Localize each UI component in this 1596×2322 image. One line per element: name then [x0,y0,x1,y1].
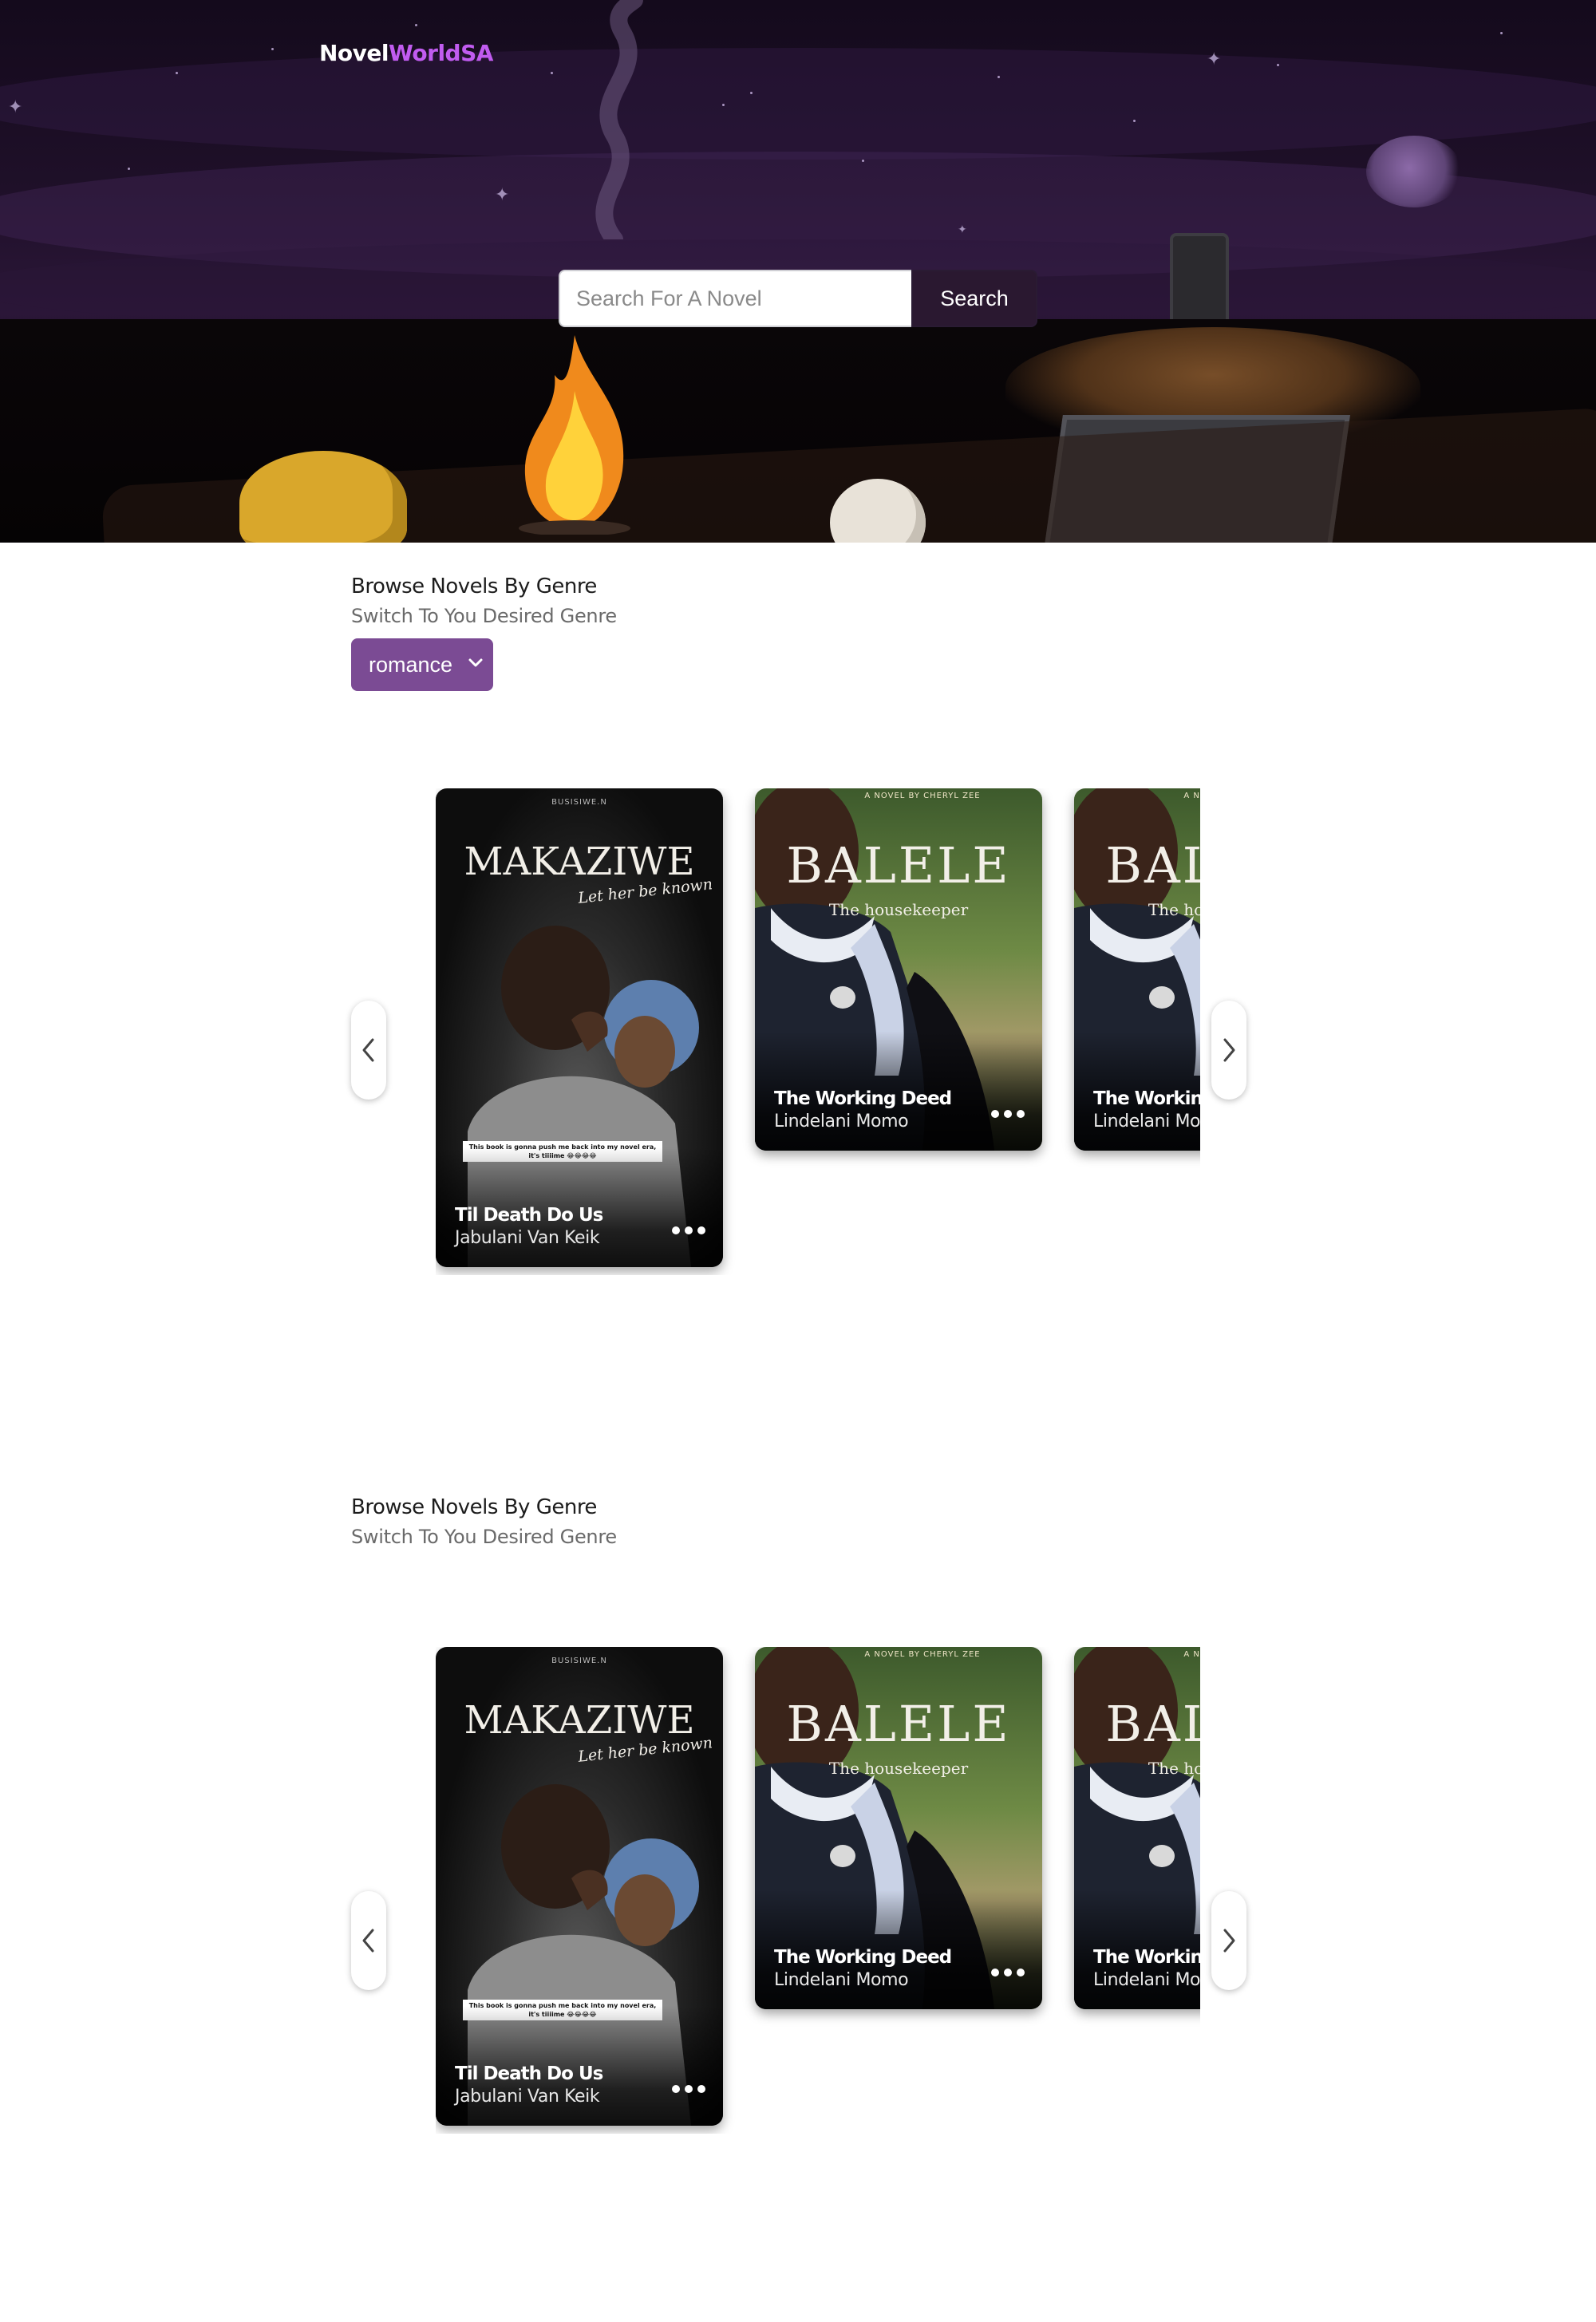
chevron-right-icon [1223,1929,1235,1953]
novel-card[interactable]: A NOVEL BY CHERYL ZEE BALELE The houseke… [1074,1647,1200,2009]
novel-card[interactable]: A NOVEL BY CHERYL ZEE BALELE The houseke… [755,788,1042,1151]
sparkle-icon: ✦ [8,97,23,117]
novel-title: The Working Deed [1093,1947,1200,1968]
chevron-left-icon [362,1929,374,1953]
genre-select-value: romance [369,652,453,677]
hero-banner: ✦ ✦ ✦ ✦ NovelWorldSA Search [0,0,1596,543]
smoke [595,0,643,239]
sparkle-icon: ✦ [495,185,510,205]
genre-select[interactable]: romance [351,638,493,691]
novel-author: Lindelani Momo [774,1970,909,1990]
more-dots-icon[interactable] [672,1226,705,1235]
carousel-track: BUSISIWE.N MAKAZIWE Let her be known Thi… [436,1647,1200,2134]
carousel-track: BUSISIWE.N MAKAZIWE Let her be known Thi… [436,788,1200,1275]
cover-tagline: The housekeeper [828,900,969,919]
novel-card[interactable]: A NOVEL BY CHERYL ZEE BALELE The houseke… [1074,788,1200,1151]
more-dots-icon[interactable] [991,1109,1025,1119]
cover-author-line: BUSISIWE.N [551,1657,607,1665]
lantern [1170,233,1229,327]
cover-author-line: A NOVEL BY CHERYL ZEE [864,1650,981,1659]
novel-title: The Working Deed [1093,1088,1200,1109]
section-title: Browse Novels By Genre [351,1495,597,1519]
more-dots-icon[interactable] [991,1968,1025,1977]
novel-title: The Working Deed [774,1947,952,1968]
section-subtitle: Switch To You Desired Genre [351,1526,617,1548]
cover-author-line: A NOVEL BY CHERYL ZEE [864,792,981,800]
cover-main-title: BALELE [1105,1695,1200,1753]
sky-band [0,48,1596,160]
novel-title: Til Death Do Us [455,1205,603,1226]
novel-author: Jabulani Van Keik [455,2087,600,2107]
cover-tagline: The housekeeper [1148,900,1200,919]
search-bar: Search [559,270,1037,327]
more-dots-icon[interactable] [672,2084,705,2094]
cover-tagline: The housekeeper [1148,1759,1200,1778]
novel-title: Til Death Do Us [455,2063,603,2084]
cover-main-title: BALELE [1105,836,1200,894]
carousel-next-button[interactable] [1211,1001,1246,1100]
cover-author-line: BUSISIWE.N [551,798,607,807]
chevron-right-icon [1223,1038,1235,1062]
section-header: Browse Novels By Genre Switch To You Des… [351,575,617,691]
novel-author: Lindelani Momo [1093,1970,1200,1990]
section-header: Browse Novels By Genre Switch To You Des… [351,1495,617,1548]
novel-title: The Working Deed [774,1088,952,1109]
chevron-left-icon [362,1038,374,1062]
site-logo[interactable]: NovelWorldSA [319,40,493,66]
section-subtitle: Switch To You Desired Genre [351,605,617,627]
carousel-prev-button[interactable] [351,1891,386,1990]
carousel-prev-button[interactable] [351,1001,386,1100]
sparkle-icon: ✦ [1207,49,1222,69]
search-input[interactable] [559,270,911,327]
logo-part-2: WorldSA [389,40,493,66]
chevron-down-icon [468,658,483,667]
logo-part-1: Novel [319,40,389,66]
novel-card[interactable]: A NOVEL BY CHERYL ZEE BALELE The houseke… [755,1647,1042,2009]
carousel-next-button[interactable] [1211,1891,1246,1990]
novel-author: Lindelani Momo [1093,1112,1200,1131]
section-title: Browse Novels By Genre [351,575,597,598]
novel-author: Lindelani Momo [774,1112,909,1131]
novel-author: Jabulani Van Keik [455,1228,600,1248]
cover-author-line: A NOVEL BY CHERYL ZEE [1183,792,1200,800]
cloud [1366,136,1462,207]
search-button[interactable]: Search [911,270,1037,327]
cover-main-title: BALELE [786,1695,1011,1753]
cover-main-title: MAKAZIWE [464,839,695,884]
cover-main-title: MAKAZIWE [464,1698,695,1743]
novel-card[interactable]: BUSISIWE.N MAKAZIWE Let her be known Thi… [436,1647,723,2126]
novel-card[interactable]: BUSISIWE.N MAKAZIWE Let her be known Thi… [436,788,723,1267]
sparkle-icon: ✦ [958,223,967,236]
cover-tagline: The housekeeper [828,1759,969,1778]
cover-author-line: A NOVEL BY CHERYL ZEE [1183,1650,1200,1659]
cover-main-title: BALELE [786,836,1011,894]
campfire [519,335,630,535]
